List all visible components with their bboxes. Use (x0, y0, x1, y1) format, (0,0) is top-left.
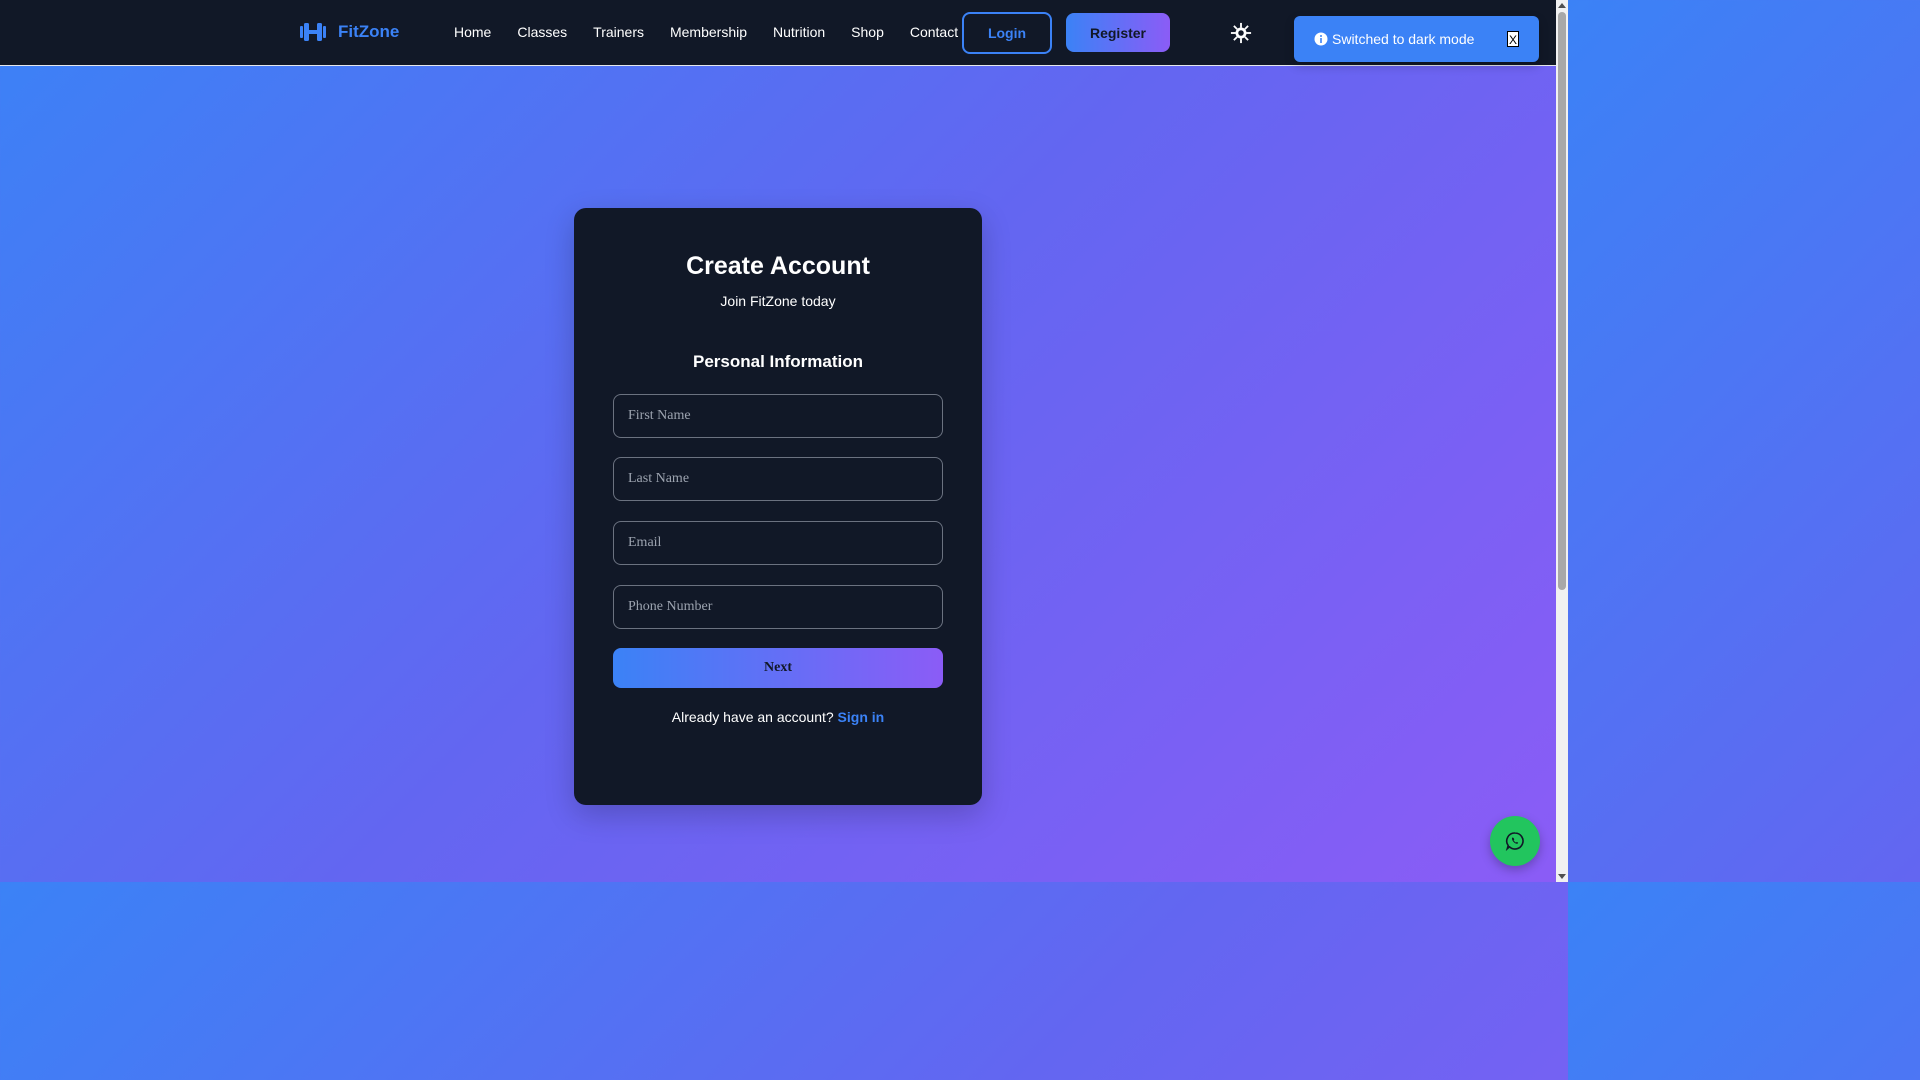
nav-contact[interactable]: Contact (910, 24, 958, 40)
login-button[interactable]: Login (962, 12, 1052, 54)
dumbbell-icon (300, 23, 326, 41)
nav-home[interactable]: Home (454, 24, 491, 40)
brand-name: FitZone (338, 22, 400, 41)
nav-nutrition[interactable]: Nutrition (773, 24, 825, 40)
section-title: Personal Information (692, 352, 864, 371)
info-icon (1314, 32, 1328, 46)
signin-link[interactable]: Sign in (838, 709, 885, 725)
whatsapp-button[interactable] (1490, 816, 1540, 866)
close-icon[interactable]: X (1507, 31, 1519, 47)
signin-prompt: Already have an account? (671, 709, 834, 725)
last-name-input[interactable] (613, 457, 943, 501)
scrollbar-thumb[interactable] (1558, 12, 1566, 590)
toast-message: Switched to dark mode (1332, 31, 1475, 47)
signin-row: Already have an account? Sign in (574, 709, 982, 725)
next-button[interactable]: Next (613, 648, 943, 688)
first-name-input[interactable] (613, 394, 943, 438)
scrollbar[interactable] (1556, 0, 1568, 882)
brand-logo[interactable]: FitZone (300, 20, 399, 44)
nav-trainers[interactable]: Trainers (593, 24, 644, 40)
email-input[interactable] (613, 521, 943, 565)
toast-notification: Switched to dark mode X (1294, 16, 1539, 62)
main-nav: Home Classes Trainers Membership Nutriti… (454, 24, 984, 40)
register-button[interactable]: Register (1066, 13, 1170, 52)
whatsapp-icon (1505, 832, 1524, 851)
phone-input[interactable] (613, 585, 943, 629)
page-subtitle: Join FitZone today (720, 293, 836, 309)
scroll-up-icon[interactable] (1558, 3, 1566, 8)
nav-shop[interactable]: Shop (851, 24, 884, 40)
page-title: Create Account (686, 252, 870, 280)
register-card: Create Account Join FitZone today Person… (574, 208, 982, 805)
sun-icon[interactable] (1230, 22, 1252, 44)
nav-membership[interactable]: Membership (670, 24, 747, 40)
nav-classes[interactable]: Classes (517, 24, 567, 40)
scroll-down-icon[interactable] (1558, 874, 1566, 879)
